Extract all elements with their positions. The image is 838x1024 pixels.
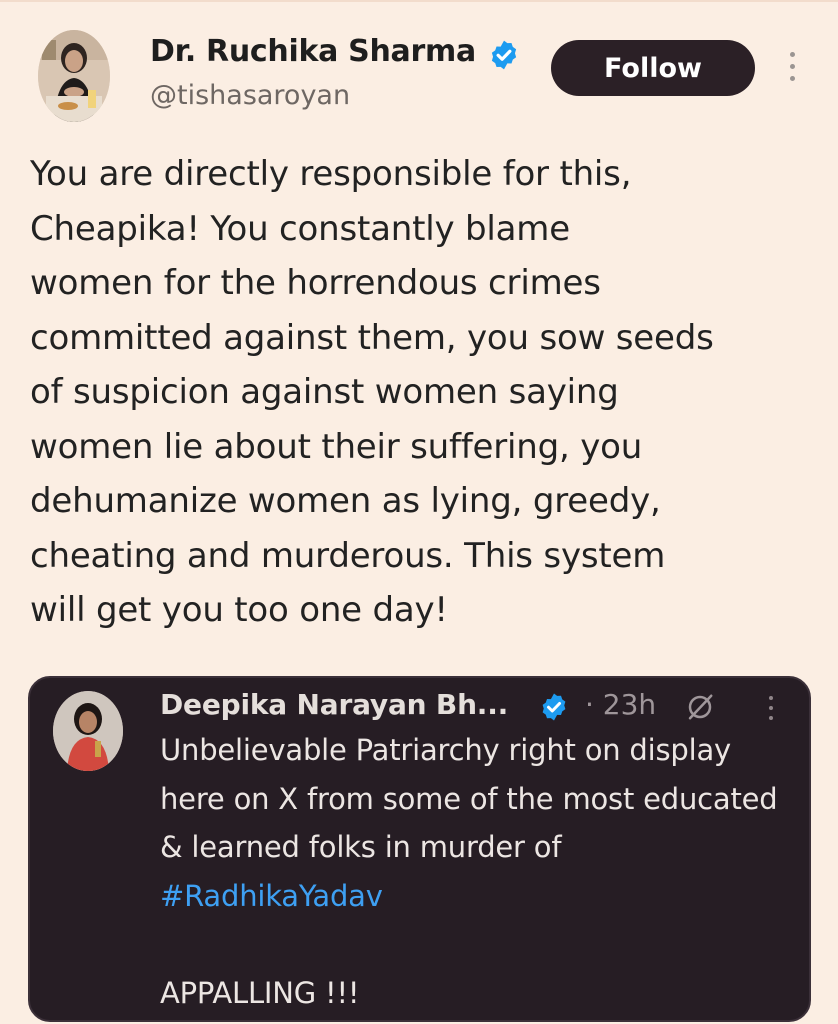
author-handle[interactable]: @tishasaroyan (150, 80, 350, 111)
hashtag-link[interactable]: #RadhikaYadav (160, 879, 383, 913)
quoted-tweet-text: Unbelievable Patriarchy right on display… (160, 726, 780, 1017)
quoted-timestamp[interactable]: · 23h (585, 688, 656, 721)
verified-badge-icon (491, 40, 517, 70)
follow-button[interactable]: Follow (551, 40, 755, 96)
top-divider (0, 0, 838, 2)
more-options-icon[interactable] (765, 696, 777, 726)
quoted-author-avatar[interactable] (53, 691, 123, 771)
more-options-icon[interactable] (785, 52, 799, 86)
quoted-text-body: Unbelievable Patriarchy right on display… (160, 733, 778, 864)
grok-icon[interactable] (685, 692, 715, 722)
author-name[interactable]: Dr. Ruchika Sharma (150, 34, 476, 69)
verified-badge-icon (542, 693, 566, 721)
quoted-avatar-photo (53, 691, 123, 771)
quoted-author-name[interactable]: Deepika Narayan Bh... (160, 688, 508, 721)
author-avatar[interactable] (38, 30, 110, 122)
paragraph-break (160, 920, 780, 969)
quoted-tweet-card[interactable]: Deepika Narayan Bh... · 23h Unbelievable… (28, 676, 811, 1022)
quoted-text-closing: APPALLING !!! (160, 975, 360, 1010)
avatar-photo (38, 30, 110, 122)
tweet-text: You are directly responsible for this, C… (30, 154, 714, 630)
